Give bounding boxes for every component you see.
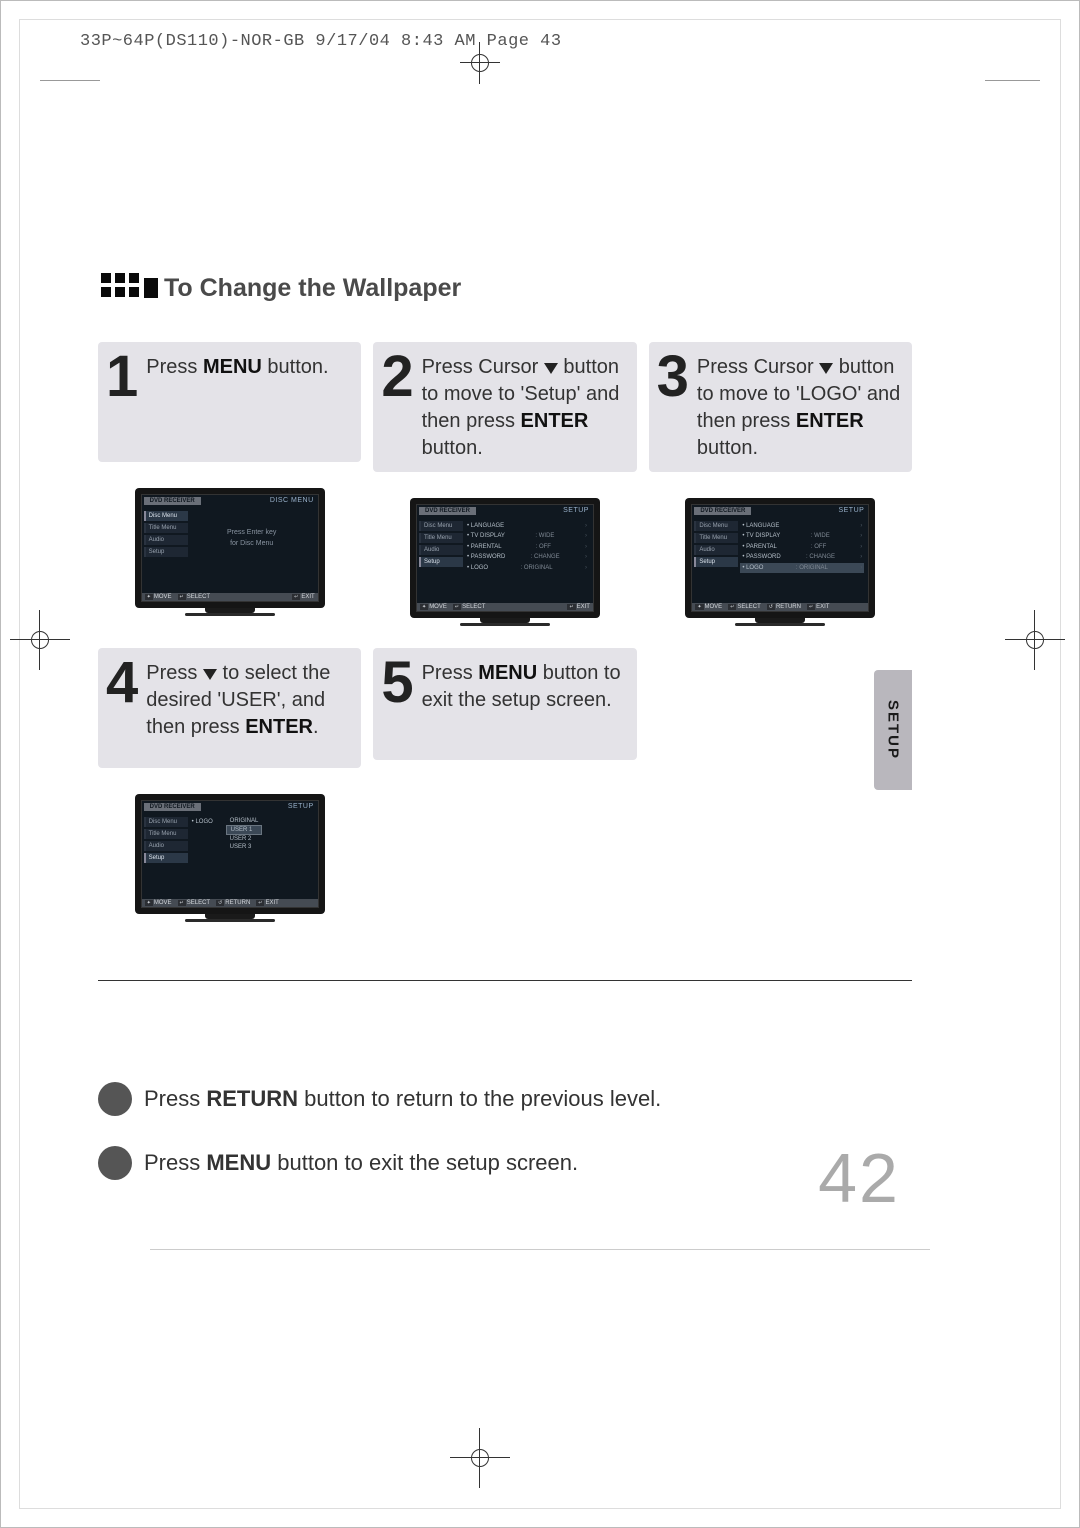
note-text: Press MENU button to exit the setup scre… <box>144 1150 578 1176</box>
trim-mark-top-right <box>985 80 1040 81</box>
cursor-down-icon <box>544 363 558 374</box>
tv-illustration-4: DVD RECEIVER SETUP Disc Menu Title Menu … <box>135 794 325 922</box>
page-number: 42 <box>818 1138 900 1218</box>
step-5: 5 Press MENU button to exit the setup sc… <box>373 648 636 922</box>
page-outer-frame: 33P~64P(DS110)-NOR-GB 9/17/04 8:43 AM Pa… <box>0 0 1080 1528</box>
step-number: 2 <box>381 352 413 401</box>
step-text: Press to select the desired 'USER', and … <box>146 658 353 741</box>
cursor-down-icon <box>819 363 833 374</box>
tv-illustration-1: DVD RECEIVER DISC MENU Disc Menu Title M… <box>135 488 325 616</box>
side-tab-label: SETUP <box>885 700 902 760</box>
step-text: Press Cursor button to move to 'Setup' a… <box>422 352 629 462</box>
step-1: 1 Press MENU button. DVD RECEIVER DISC M… <box>98 342 361 626</box>
section-title: To Change the Wallpaper <box>164 274 461 303</box>
step-number: 4 <box>106 658 138 707</box>
content-area: To Change the Wallpaper 1 Press MENU but… <box>98 270 912 944</box>
section-title-row: To Change the Wallpaper <box>98 270 912 306</box>
tv-illustration-2: DVD RECEIVER SETUP Disc Menu Title Menu … <box>410 498 600 626</box>
step-number: 1 <box>106 352 138 401</box>
step-empty <box>649 648 912 922</box>
tv-illustration-3: DVD RECEIVER SETUP Disc Menu Title Menu … <box>685 498 875 626</box>
step-text: Press MENU button to exit the setup scre… <box>422 658 629 714</box>
page-inner-frame: 33P~64P(DS110)-NOR-GB 9/17/04 8:43 AM Pa… <box>19 19 1061 1509</box>
section-title-icon <box>98 270 150 306</box>
note-bullet-icon <box>98 1146 132 1180</box>
note-bullet-icon <box>98 1082 132 1116</box>
registration-mark-bottom <box>460 1438 500 1478</box>
step-text: Press MENU button. <box>146 352 328 381</box>
cursor-down-icon <box>203 669 217 680</box>
bottom-rule <box>150 1249 930 1250</box>
step-number: 5 <box>381 658 413 707</box>
step-number: 3 <box>657 352 689 401</box>
step-3: 3 Press Cursor button to move to 'LOGO' … <box>649 342 912 626</box>
step-4: 4 Press to select the desired 'USER', an… <box>98 648 361 922</box>
step-text: Press Cursor button to move to 'LOGO' an… <box>697 352 904 462</box>
steps-row-1: 1 Press MENU button. DVD RECEIVER DISC M… <box>98 342 912 626</box>
registration-mark-top <box>460 46 500 86</box>
registration-mark-left <box>20 620 60 660</box>
step-2: 2 Press Cursor button to move to 'Setup'… <box>373 342 636 626</box>
registration-mark-right <box>1015 620 1055 660</box>
trim-mark-top-left <box>40 80 100 81</box>
notes-section: Press RETURN button to return to the pre… <box>98 980 912 1210</box>
note-1: Press RETURN button to return to the pre… <box>98 1082 912 1116</box>
note-text: Press RETURN button to return to the pre… <box>144 1086 661 1112</box>
side-tab-setup: SETUP <box>874 670 912 790</box>
steps-row-2: 4 Press to select the desired 'USER', an… <box>98 648 912 922</box>
note-2: Press MENU button to exit the setup scre… <box>98 1146 912 1180</box>
